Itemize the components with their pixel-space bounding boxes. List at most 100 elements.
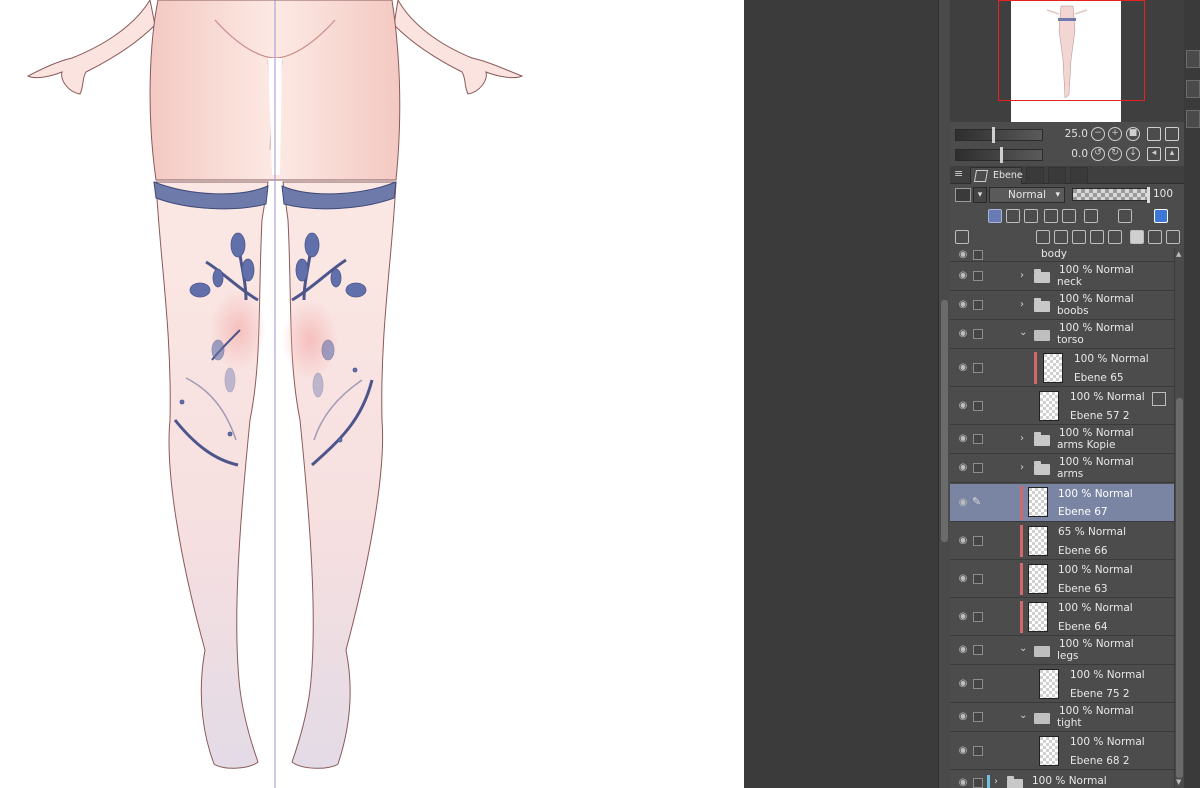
layer-mask-icon[interactable]: [1130, 230, 1144, 244]
rotate-slider[interactable]: [955, 147, 1043, 163]
new-raster-layer-icon[interactable]: [1036, 230, 1050, 244]
zoom-out-icon[interactable]: −: [1091, 127, 1105, 141]
layer-row[interactable]: ◉ › 100 % Normal arms: [950, 454, 1174, 483]
lock-toggle[interactable]: [973, 679, 983, 689]
reference-layer-icon[interactable]: [1006, 209, 1020, 223]
rotate-right-icon[interactable]: ↻: [1108, 147, 1122, 161]
delete-layer-icon[interactable]: [1166, 230, 1180, 244]
eye-icon[interactable]: ◉: [956, 250, 970, 260]
draft-layer-icon[interactable]: [1024, 209, 1038, 223]
eye-icon[interactable]: ◉: [956, 746, 970, 756]
flip-vertical-icon[interactable]: ▴: [1165, 147, 1179, 161]
lock-toggle[interactable]: [973, 300, 983, 310]
tab-history[interactable]: [1048, 167, 1066, 184]
scroll-down-icon[interactable]: ▼: [1176, 778, 1181, 786]
layer-row[interactable]: ◉ 100 % Normal Ebene 57 2: [950, 387, 1174, 425]
transfer-down-icon[interactable]: [1090, 230, 1104, 244]
navigator-view-frame[interactable]: [998, 0, 1145, 101]
lock-toggle[interactable]: [973, 271, 983, 281]
zoom-slider-knob[interactable]: [992, 127, 995, 143]
layer-color-dropdown[interactable]: ▾: [973, 187, 987, 203]
eye-icon[interactable]: ◉: [956, 645, 970, 655]
layer-row[interactable]: ◉ 100 % Normal Ebene 65: [950, 349, 1174, 387]
lock-toggle[interactable]: [973, 536, 983, 546]
chevron-down-icon[interactable]: ⌄: [1019, 710, 1027, 721]
drawing-canvas[interactable]: [0, 0, 744, 788]
layer-row[interactable]: ◉ 100 % Normal Ebene 75 2: [950, 665, 1174, 703]
panel-splitter-scrollbar[interactable]: [938, 0, 950, 788]
layer-row[interactable]: ◉ ⌄ 100 % Normal legs: [950, 636, 1174, 665]
clip-lower-layer-icon[interactable]: [988, 209, 1002, 223]
eye-icon[interactable]: ◉: [956, 300, 970, 310]
lock-toggle[interactable]: [973, 574, 983, 584]
reset-rotation-icon[interactable]: ↓: [1126, 147, 1140, 161]
layer-list-scrollbar[interactable]: ▲ ▼: [1174, 248, 1184, 788]
rotate-left-icon[interactable]: ↺: [1091, 147, 1105, 161]
lock-toggle[interactable]: [973, 250, 983, 260]
blend-mode-select[interactable]: Normal ▾: [989, 187, 1065, 203]
lock-layer-icon[interactable]: [1044, 209, 1058, 223]
tool-property-icon[interactable]: [1186, 80, 1200, 98]
eye-icon[interactable]: ◉: [956, 712, 970, 722]
lock-toggle[interactable]: [973, 434, 983, 444]
eye-icon[interactable]: ◉: [956, 778, 970, 788]
mask-enable-icon[interactable]: [1084, 209, 1098, 223]
chevron-right-icon[interactable]: ›: [994, 776, 998, 787]
layer-row[interactable]: ◉ 100 % Normal Ebene 68 2: [950, 732, 1174, 770]
eye-icon[interactable]: ◉: [956, 498, 970, 508]
opacity-slider[interactable]: [1072, 187, 1150, 203]
chevron-right-icon[interactable]: ›: [1020, 270, 1024, 281]
eye-icon[interactable]: ◉: [956, 271, 970, 281]
opacity-slider-knob[interactable]: [1147, 187, 1150, 203]
brush-size-icon[interactable]: [1186, 110, 1200, 128]
fit-window-icon[interactable]: [1165, 127, 1179, 141]
lock-toggle[interactable]: [973, 363, 983, 373]
layer-row-selected[interactable]: ◉ ✎ 100 % Normal Ebene 67: [950, 484, 1174, 522]
zoom-slider[interactable]: [955, 127, 1043, 143]
apply-mask-icon[interactable]: [1148, 230, 1162, 244]
new-folder-icon[interactable]: [1072, 230, 1086, 244]
lock-toggle[interactable]: [973, 746, 983, 756]
chevron-right-icon[interactable]: ›: [1020, 462, 1024, 473]
new-vector-layer-icon[interactable]: [1054, 230, 1068, 244]
eye-icon[interactable]: ◉: [956, 329, 970, 339]
eye-icon[interactable]: ◉: [956, 536, 970, 546]
layer-group-header[interactable]: ◉ body: [950, 248, 1174, 262]
eye-icon[interactable]: ◉: [956, 612, 970, 622]
layer-row[interactable]: ◉ 65 % Normal Ebene 66: [950, 522, 1174, 560]
eye-icon[interactable]: ◉: [956, 401, 970, 411]
eye-icon[interactable]: ◉: [956, 363, 970, 373]
layer-row[interactable]: ◉ 100 % Normal Ebene 64: [950, 598, 1174, 636]
palette-toggle-icon[interactable]: [955, 230, 969, 244]
panel-menu-icon[interactable]: ≡: [954, 167, 964, 180]
chevron-right-icon[interactable]: ›: [1020, 433, 1024, 444]
layer-row[interactable]: ◉ › 100 % Normal boobs: [950, 291, 1174, 320]
tab-layer[interactable]: Ebene: [970, 167, 1023, 184]
layer-row[interactable]: ◉ 100 % Normal Ebene 63: [950, 560, 1174, 598]
lock-toggle[interactable]: [973, 778, 983, 788]
layer-row[interactable]: ◉ › 100 % Normal arms Kopie: [950, 425, 1174, 454]
layer-color-icon[interactable]: [1154, 209, 1168, 223]
layer-list[interactable]: ◉ body ◉ › 100 % Normal neck ◉ › 100 % N…: [950, 248, 1174, 788]
lock-toggle[interactable]: [973, 645, 983, 655]
lock-toggle[interactable]: [973, 712, 983, 722]
actual-size-icon[interactable]: [1147, 127, 1161, 141]
eye-icon[interactable]: ◉: [956, 434, 970, 444]
fit-view-icon[interactable]: ■: [1126, 127, 1140, 141]
chevron-down-icon[interactable]: ⌄: [1019, 327, 1027, 338]
lock-transparent-icon[interactable]: [1062, 209, 1076, 223]
chevron-down-icon[interactable]: ⌄: [1019, 643, 1027, 654]
layer-row[interactable]: ◉ › 100 % Normal neck: [950, 262, 1174, 291]
layer-row[interactable]: ◉ › 100 % Normal: [950, 772, 1174, 788]
scrollbar-thumb[interactable]: [941, 300, 948, 542]
layer-row[interactable]: ◉ ⌄ 100 % Normal tight: [950, 703, 1174, 732]
lock-toggle[interactable]: [973, 463, 983, 473]
flip-horizontal-icon[interactable]: ◂: [1147, 147, 1161, 161]
rotate-slider-knob[interactable]: [1000, 147, 1003, 163]
lock-toggle[interactable]: [973, 401, 983, 411]
chevron-right-icon[interactable]: ›: [1020, 299, 1024, 310]
tab-auto-actions[interactable]: [1070, 167, 1088, 184]
eye-icon[interactable]: ◉: [956, 463, 970, 473]
layer-list-scroll-thumb[interactable]: [1176, 398, 1183, 778]
opacity-value[interactable]: 100: [1153, 188, 1173, 200]
